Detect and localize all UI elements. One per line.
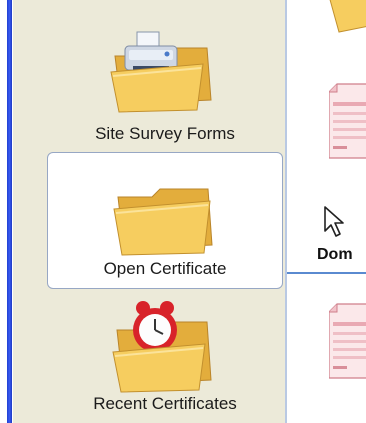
folder-icon[interactable] xyxy=(329,0,366,34)
printer-folder-icon xyxy=(110,31,212,113)
certificate-document-icon[interactable] xyxy=(329,302,366,380)
sidebar-item-recent-certificates[interactable]: Recent Certificates xyxy=(47,292,283,423)
sidebar: Site Survey Forms Open Certificate Recen… xyxy=(13,0,287,423)
window-frame-edge xyxy=(0,0,13,423)
window: Site Survey Forms Open Certificate Recen… xyxy=(0,0,366,423)
sidebar-item-label: Open Certificate xyxy=(103,259,227,278)
section-divider xyxy=(287,272,366,274)
content-pane: Dom xyxy=(287,0,366,423)
sidebar-item-open-certificate[interactable]: Open Certificate xyxy=(47,152,283,289)
alarm-clock-folder-icon xyxy=(112,301,212,393)
folder-icon xyxy=(113,188,213,256)
sidebar-item-site-survey-forms[interactable]: Site Survey Forms xyxy=(47,6,283,146)
certificate-document-icon[interactable] xyxy=(329,82,366,160)
mouse-cursor-icon xyxy=(324,206,344,237)
sidebar-item-label: Recent Certificates xyxy=(93,394,237,413)
sidebar-item-label: Site Survey Forms xyxy=(95,124,235,143)
section-heading: Dom xyxy=(317,246,353,263)
